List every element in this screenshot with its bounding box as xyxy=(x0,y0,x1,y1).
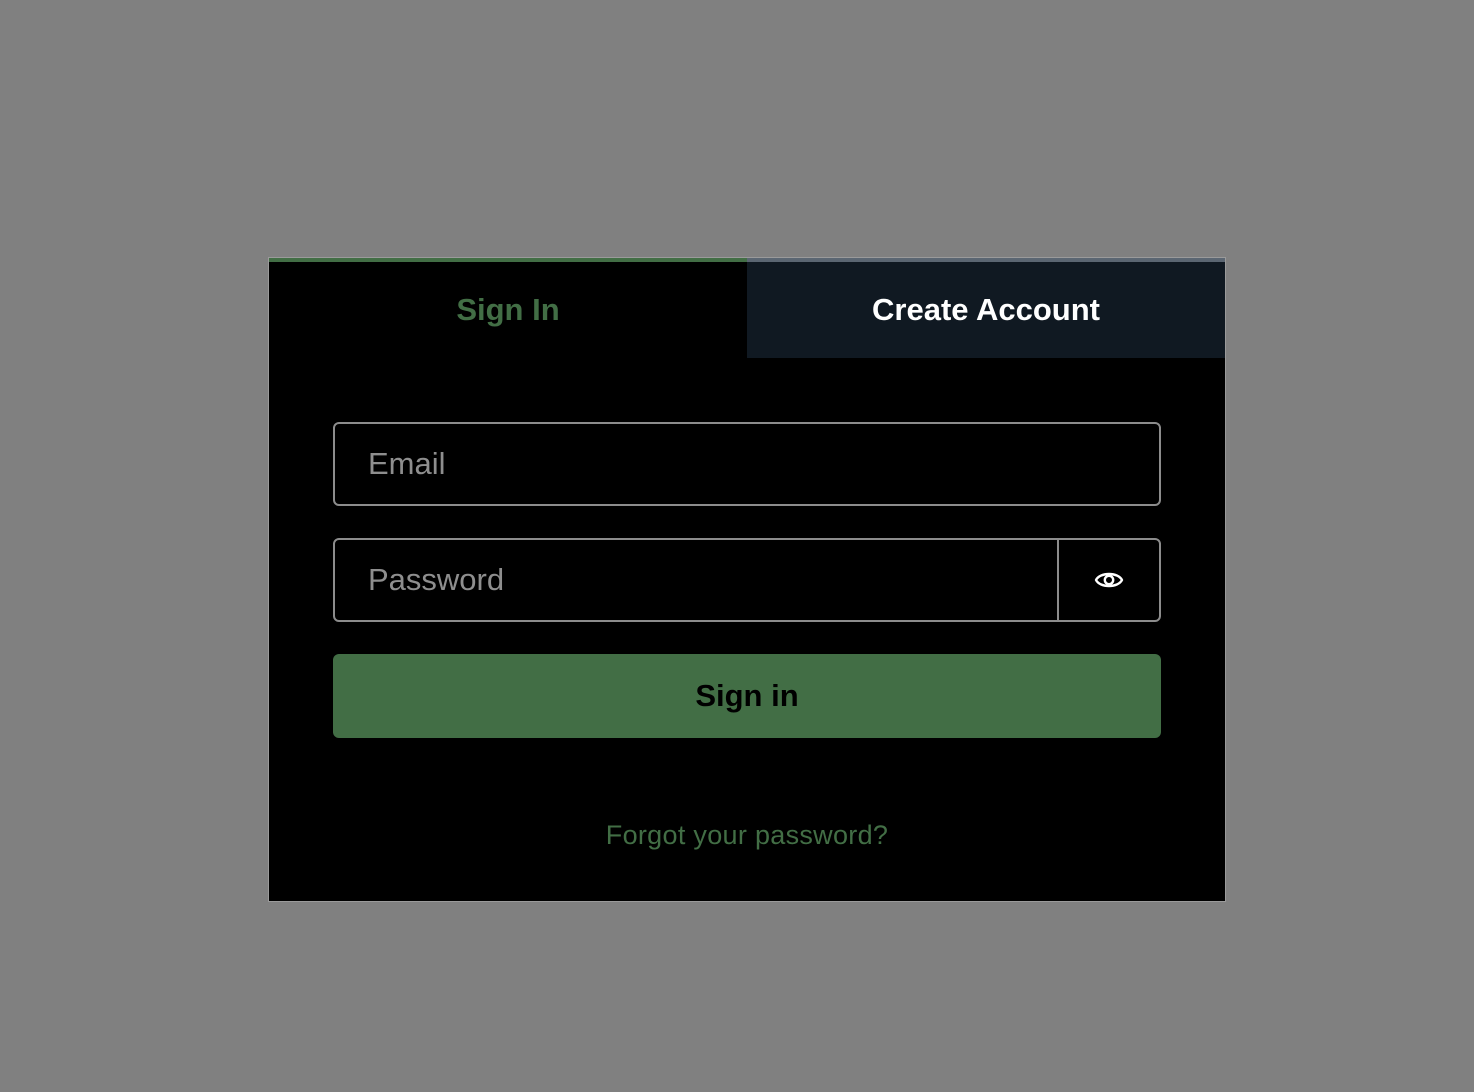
tab-create-account[interactable]: Create Account xyxy=(747,258,1225,358)
sign-in-button[interactable]: Sign in xyxy=(333,654,1161,738)
password-field-container xyxy=(333,538,1161,622)
tab-sign-in[interactable]: Sign In xyxy=(269,258,747,358)
auth-tabs: Sign In Create Account xyxy=(269,258,1225,358)
auth-card: Sign In Create Account Sign in Forgot yo… xyxy=(268,257,1226,902)
forgot-password-link[interactable]: Forgot your password? xyxy=(333,820,1161,851)
email-field-container xyxy=(333,422,1161,506)
eye-icon xyxy=(1094,572,1124,588)
show-password-button[interactable] xyxy=(1057,540,1159,620)
sign-in-form: Sign in Forgot your password? xyxy=(269,358,1225,851)
password-input[interactable] xyxy=(335,540,1057,620)
email-input[interactable] xyxy=(335,424,1159,504)
